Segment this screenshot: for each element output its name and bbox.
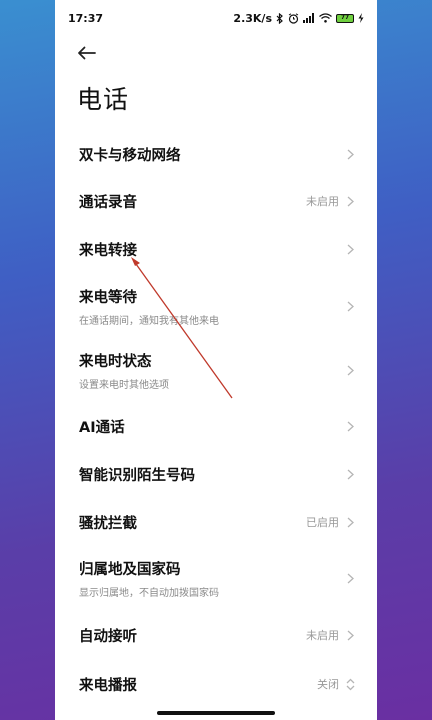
- settings-item-spam-blocking[interactable]: 骚扰拦截 已启用: [55, 497, 377, 547]
- home-indicator[interactable]: [157, 711, 275, 715]
- settings-item-label: AI通话: [79, 419, 125, 436]
- settings-item-value: 已启用: [306, 516, 339, 529]
- settings-item-value: 未启用: [306, 195, 339, 208]
- settings-item-call-forwarding[interactable]: 来电转接: [55, 224, 377, 274]
- chevron-right-icon: [345, 628, 355, 642]
- wifi-icon: [319, 13, 332, 23]
- settings-item-subtitle: 显示归属地，不自动加拨国家码: [79, 587, 219, 599]
- settings-item-label: 归属地及国家码: [79, 561, 181, 578]
- chevron-right-icon: [345, 467, 355, 481]
- page-title: 电话: [77, 85, 130, 114]
- settings-item-label: 来电等待: [79, 289, 137, 306]
- settings-item-label: 通话录音: [79, 194, 137, 211]
- settings-item-dual-sim[interactable]: 双卡与移动网络: [55, 129, 377, 179]
- settings-item-subtitle: 在通话期间，通知我有其他来电: [79, 315, 219, 327]
- settings-item-call-recording[interactable]: 通话录音 未启用: [55, 176, 377, 226]
- chevron-right-icon: [345, 419, 355, 433]
- chevron-up-down-icon: [345, 677, 355, 691]
- settings-item-label: 来电转接: [79, 242, 137, 259]
- settings-item-ai-call[interactable]: AI通话: [55, 401, 377, 451]
- chevron-right-icon: [345, 242, 355, 256]
- chevron-right-icon: [345, 194, 355, 208]
- alarm-icon: [288, 12, 299, 24]
- phone-screen: 17:37 2.3K/s 77 电话 双卡与移动网络 通话录音 未启用 来电转接…: [55, 0, 377, 720]
- arrow-left-icon[interactable]: [75, 42, 99, 64]
- signal-icon: [303, 13, 315, 23]
- settings-item-value: 未启用: [306, 629, 339, 642]
- settings-item-label: 智能识别陌生号码: [79, 467, 195, 484]
- status-icons: 2.3K/s 77: [233, 12, 364, 25]
- settings-item-label: 来电时状态: [79, 353, 152, 370]
- settings-item-call-waiting[interactable]: 来电等待 在通话期间，通知我有其他来电: [55, 277, 377, 335]
- settings-item-auto-answer[interactable]: 自动接听 未启用: [55, 610, 377, 660]
- settings-item-caller-announcement[interactable]: 来电播报 关闭: [55, 659, 377, 709]
- chevron-right-icon: [345, 515, 355, 529]
- settings-item-location-country-code[interactable]: 归属地及国家码 显示归属地，不自动加拨国家码: [55, 549, 377, 607]
- settings-item-label: 双卡与移动网络: [79, 147, 181, 164]
- chevron-right-icon: [345, 571, 355, 585]
- settings-item-value: 关闭: [317, 678, 339, 691]
- settings-item-label: 骚扰拦截: [79, 515, 137, 532]
- network-speed: 2.3K/s: [233, 11, 272, 25]
- battery-icon: 77: [336, 13, 354, 23]
- status-bar: 17:37 2.3K/s 77: [55, 0, 377, 36]
- settings-item-incoming-status[interactable]: 来电时状态 设置来电时其他选项: [55, 341, 377, 399]
- settings-item-unknown-number-id[interactable]: 智能识别陌生号码: [55, 449, 377, 499]
- settings-item-label: 来电播报: [79, 677, 137, 694]
- settings-item-label: 自动接听: [79, 628, 137, 645]
- status-time: 17:37: [68, 11, 104, 25]
- settings-item-subtitle: 设置来电时其他选项: [79, 379, 169, 391]
- chevron-right-icon: [345, 363, 355, 377]
- chevron-right-icon: [345, 299, 355, 313]
- charging-icon: [358, 13, 364, 23]
- bluetooth-icon: [276, 12, 284, 24]
- chevron-right-icon: [345, 147, 355, 161]
